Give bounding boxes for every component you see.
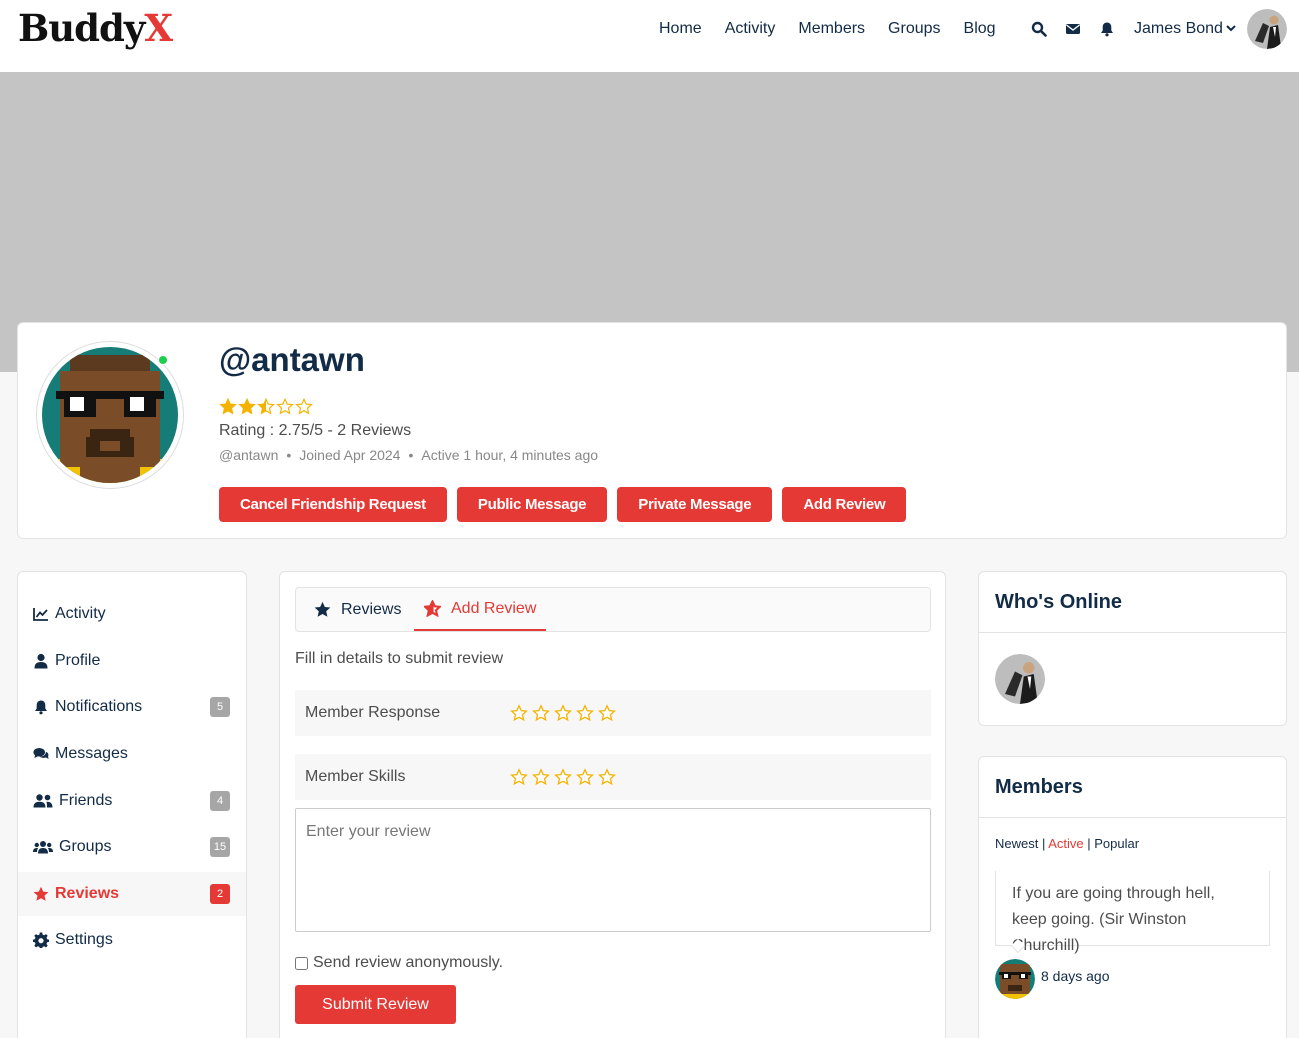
messages-icon <box>33 747 49 759</box>
sidebar-item-groups[interactable]: Groups 15 <box>18 825 246 869</box>
criteria-row-member-response: Member Response <box>295 690 931 736</box>
filter-newest[interactable]: Newest <box>995 836 1038 851</box>
nav-blog[interactable]: Blog <box>964 20 996 38</box>
profile-sidebar-nav: Activity Profile Notifications 5 Message… <box>17 571 247 1038</box>
add-review-button[interactable]: Add Review <box>782 487 907 522</box>
submit-review-button[interactable]: Submit Review <box>295 985 456 1024</box>
private-message-button[interactable]: Private Message <box>617 487 773 522</box>
last-active: Active 1 hour, 4 minutes ago <box>421 447 599 463</box>
member-skills-star-rating[interactable] <box>509 767 619 787</box>
criteria-label: Member Response <box>305 704 441 721</box>
widget-title: Members <box>979 757 1286 818</box>
star-icon <box>314 601 331 617</box>
nav-home[interactable]: Home <box>659 20 702 38</box>
form-instructions: Fill in details to submit review <box>295 650 504 667</box>
tab-reviews[interactable]: Reviews <box>314 588 401 631</box>
main-nav: Home Activity Members Groups Blog <box>659 20 1019 38</box>
sidebar-item-notifications[interactable]: Notifications 5 <box>18 685 246 729</box>
member-latest-update: If you are going through hell, keep goin… <box>995 871 1270 954</box>
reviews-count-badge: 2 <box>210 884 230 904</box>
joined-date: Joined Apr 2024 <box>299 447 401 463</box>
member-response-star-rating[interactable] <box>509 703 619 723</box>
site-logo[interactable]: BuddyX <box>18 6 173 50</box>
chevron-down-icon <box>1226 25 1236 32</box>
friends-icon <box>33 794 53 808</box>
sidebar-item-settings[interactable]: Settings <box>18 918 246 962</box>
user-menu[interactable]: James Bond <box>1134 20 1236 38</box>
groups-count-badge: 15 <box>210 837 230 857</box>
rating-summary: Rating : 2.75/5 - 2 Reviews <box>219 422 412 439</box>
filter-popular[interactable]: Popular <box>1094 836 1139 851</box>
whos-online-widget: Who's Online <box>978 571 1287 726</box>
star-icon <box>33 886 49 901</box>
members-filter: Newest | Active | Popular <box>995 836 1140 851</box>
user-icon <box>34 653 48 669</box>
profile-username: @antawn <box>219 341 365 378</box>
star-half-icon <box>424 600 441 617</box>
member-avatar[interactable] <box>995 959 1035 999</box>
sidebar-item-activity[interactable]: Activity <box>18 592 246 636</box>
criteria-label: Member Skills <box>305 768 406 785</box>
public-message-button[interactable]: Public Message <box>456 487 608 522</box>
review-tabs: Reviews Add Review <box>295 587 931 632</box>
notifications-count-badge: 5 <box>210 697 230 717</box>
profile-actions: Cancel Friendship Request Public Message… <box>219 487 916 522</box>
groups-icon <box>33 841 53 854</box>
criteria-row-member-skills: Member Skills <box>295 754 931 800</box>
widget-title: Who's Online <box>979 572 1286 633</box>
cancel-friendship-button[interactable]: Cancel Friendship Request <box>219 487 447 522</box>
nav-groups[interactable]: Groups <box>888 20 940 38</box>
sidebar-item-messages[interactable]: Messages <box>18 732 246 776</box>
online-member-avatar[interactable] <box>995 654 1045 704</box>
review-panel: Reviews Add Review Fill in details to su… <box>279 571 946 1038</box>
anonymous-option[interactable]: Send review anonymously. <box>295 954 503 972</box>
search-icon[interactable] <box>1031 21 1047 37</box>
site-header: BuddyX Home Activity Members Groups Blog… <box>0 0 1299 72</box>
filter-active[interactable]: Active <box>1048 836 1083 851</box>
sidebar-item-friends[interactable]: Friends 4 <box>18 779 246 823</box>
profile-handle: @antawn <box>219 447 279 463</box>
mail-icon[interactable] <box>1065 21 1081 37</box>
user-avatar[interactable] <box>1247 9 1287 49</box>
sidebar-item-reviews[interactable]: Reviews 2 <box>18 872 246 916</box>
anonymous-label: Send review anonymously. <box>313 954 504 971</box>
bell-icon[interactable] <box>1099 21 1115 37</box>
review-textarea[interactable] <box>295 808 931 932</box>
members-widget: Members Newest | Active | Popular If you… <box>978 756 1287 1038</box>
member-activity-time: 8 days ago <box>1041 968 1110 984</box>
profile-rating-stars <box>220 398 312 414</box>
tab-add-review[interactable]: Add Review <box>414 588 547 631</box>
bell-icon <box>35 700 47 715</box>
sidebar-item-profile[interactable]: Profile <box>18 639 246 683</box>
activity-icon <box>33 608 48 621</box>
friends-count-badge: 4 <box>210 791 230 811</box>
profile-meta: @antawn • Joined Apr 2024 • Active 1 hour, 4… <box>219 447 599 463</box>
profile-header-card: @antawn Rating : 2.75/5 - 2 Reviews @ant… <box>17 322 1287 539</box>
header-icons <box>1031 21 1133 37</box>
anonymous-checkbox[interactable] <box>295 956 308 970</box>
nav-activity[interactable]: Activity <box>725 20 776 38</box>
online-status-indicator <box>158 355 168 365</box>
gear-icon <box>33 932 49 948</box>
nav-members[interactable]: Members <box>798 20 865 38</box>
